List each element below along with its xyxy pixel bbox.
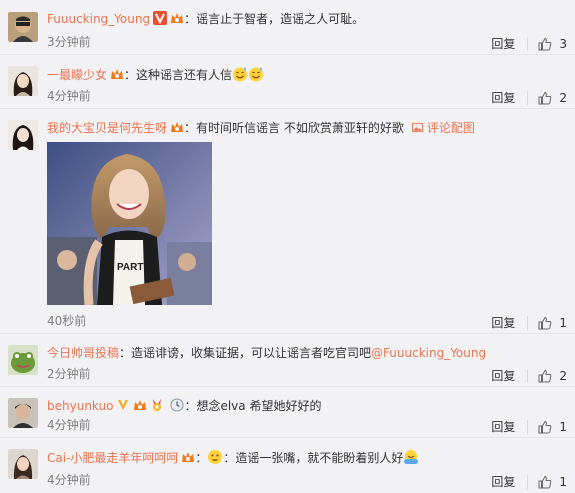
comment-username[interactable]: behyunkuo <box>47 399 113 413</box>
comment-text: ：造谣诽谤，收集证据，可以让谣言者吃官司吧 <box>119 346 372 360</box>
image-icon <box>411 122 423 133</box>
like-count: 1 <box>559 419 567 434</box>
comment-time: 40秒前 <box>47 314 87 328</box>
like-button[interactable]: 1 <box>538 420 567 434</box>
reply-button[interactable]: 回复 <box>491 314 515 331</box>
reply-button[interactable]: 回复 <box>491 35 515 52</box>
comment-list: Fuuucking_Young ：谣言止于智者，造谣之人可耻。 3分钟前 回复 3… <box>0 0 575 493</box>
avatar[interactable] <box>8 398 38 428</box>
comment-username[interactable]: Fuuucking_Young <box>47 12 150 26</box>
comment-text: ：有时间听信谣言 不如欣赏萧亚轩的好歌 <box>184 121 404 135</box>
thumbs-up-icon <box>538 37 552 50</box>
avatar[interactable] <box>8 66 38 96</box>
thumbs-up-icon <box>538 91 552 104</box>
avatar[interactable] <box>8 120 38 150</box>
avatar[interactable] <box>8 12 38 42</box>
avatar[interactable] <box>8 345 38 375</box>
comment-item: behyunkuo ：想念elva 希望她好好的 4分钟前 回复 1 <box>0 387 575 438</box>
comment-item: 今日帅哥投稿：造谣诽谤，收集证据，可以让谣言者吃官司吧@Fuuucking_Yo… <box>0 334 575 387</box>
like-count: 1 <box>559 315 567 330</box>
member-crown-badge[interactable] <box>133 398 147 412</box>
avatar[interactable] <box>8 449 38 479</box>
comment-item: 一最矇少女 ：这种谣言还有人信 4分钟前 回复 2 <box>0 55 575 109</box>
like-count: 3 <box>559 36 567 51</box>
divider <box>527 315 529 330</box>
divider <box>527 419 529 434</box>
comment-time: 4分钟前 <box>47 418 91 432</box>
comment-time: 3分钟前 <box>47 35 91 49</box>
comment-text: ：这种谣言还有人信 <box>124 68 233 82</box>
hug-emoji <box>403 449 419 465</box>
member-crown-badge[interactable] <box>181 450 195 464</box>
comment-time: 4分钟前 <box>47 89 91 103</box>
like-button[interactable]: 1 <box>538 316 567 330</box>
comment-username[interactable]: Cai-小肥最走羊年呵呵呵 <box>47 451 178 465</box>
thumbs-up-icon <box>538 369 552 382</box>
svg-text:PART: PART <box>117 262 143 273</box>
sweat-smile-emoji <box>248 66 264 82</box>
comment-time: 2分钟前 <box>47 367 91 381</box>
thumbs-up-icon <box>538 475 552 488</box>
comment-item: Fuuucking_Young ：谣言止于智者，造谣之人可耻。 3分钟前 回复 3 <box>0 0 575 55</box>
like-button[interactable]: 2 <box>538 91 567 105</box>
comment-username[interactable]: 一最矇少女 <box>47 68 107 82</box>
comment-item: Cai-小肥最走羊年呵呵呵：：造谣一张嘴，就不能盼着别人好 4分钟前 回复 1 <box>0 438 575 493</box>
comment-photo-link[interactable]: 评论配图 <box>411 121 475 135</box>
like-button[interactable]: 1 <box>538 475 567 489</box>
comment-text: ：谣言止于智者，造谣之人可耻。 <box>184 12 365 26</box>
sweat-smile-emoji <box>232 66 248 82</box>
thumbs-up-icon <box>538 316 552 329</box>
like-count: 1 <box>559 474 567 489</box>
vip-v-badge[interactable] <box>116 398 130 412</box>
member-crown-badge[interactable] <box>110 67 124 81</box>
like-button[interactable]: 3 <box>538 37 567 51</box>
comment-text: ：造谣一张嘴，就不能盼着别人好 <box>223 451 404 465</box>
vip-v-badge[interactable] <box>153 11 168 25</box>
medal-badge[interactable] <box>150 398 164 412</box>
divider <box>527 474 529 489</box>
mention-link[interactable]: @Fuuucking_Young <box>371 346 486 360</box>
member-crown-badge[interactable] <box>170 120 184 134</box>
reply-button[interactable]: 回复 <box>491 89 515 106</box>
comment-item: 我的大宝贝是何先生呀 ：有时间听信谣言 不如欣赏萧亚轩的好歌评论配图 PART <box>0 109 575 334</box>
reply-button[interactable]: 回复 <box>491 367 515 384</box>
comment-time: 4分钟前 <box>47 473 91 487</box>
thinking-emoji <box>207 449 223 465</box>
like-count: 2 <box>559 90 567 105</box>
comment-username[interactable]: 我的大宝贝是何先生呀 <box>47 121 167 135</box>
reply-button[interactable]: 回复 <box>491 473 515 490</box>
reply-button[interactable]: 回复 <box>491 418 515 435</box>
member-crown-badge[interactable] <box>170 11 184 25</box>
like-button[interactable]: 2 <box>538 369 567 383</box>
comment-image[interactable]: PART <box>47 142 212 305</box>
like-count: 2 <box>559 368 567 383</box>
divider <box>527 36 529 51</box>
clock-badge[interactable] <box>170 398 184 412</box>
comment-username[interactable]: 今日帅哥投稿 <box>47 346 119 360</box>
divider <box>527 368 529 383</box>
thumbs-up-icon <box>538 420 552 433</box>
comment-text: ：想念elva 希望她好好的 <box>184 399 322 413</box>
divider <box>527 90 529 105</box>
